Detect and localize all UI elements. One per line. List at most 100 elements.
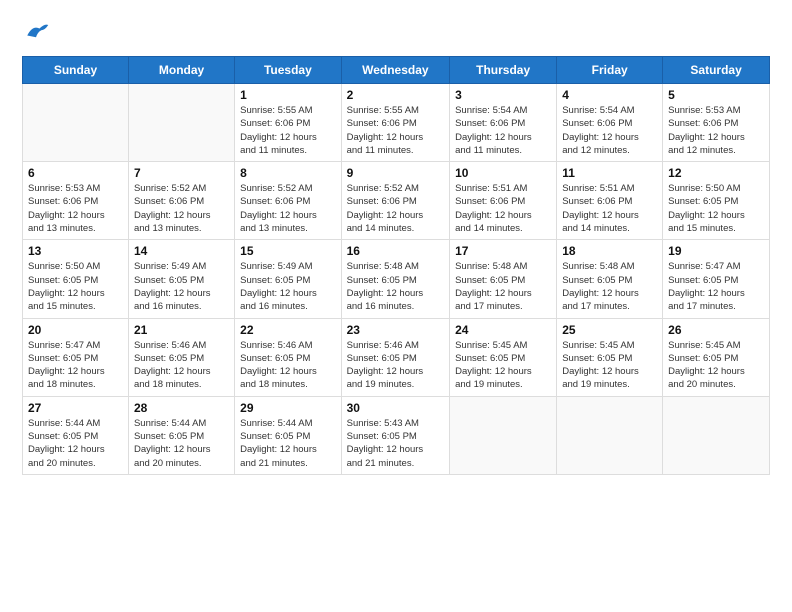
calendar-cell: 11 Sunrise: 5:51 AM Sunset: 6:06 PM Dayli… bbox=[557, 162, 663, 240]
day-info: Sunrise: 5:50 AM Sunset: 6:05 PM Dayligh… bbox=[28, 260, 123, 313]
day-number: 7 bbox=[134, 166, 229, 180]
day-info: Sunrise: 5:52 AM Sunset: 6:06 PM Dayligh… bbox=[347, 182, 444, 235]
day-number: 26 bbox=[668, 323, 764, 337]
calendar-cell: 22 Sunrise: 5:46 AM Sunset: 6:05 PM Dayli… bbox=[235, 318, 341, 396]
day-info: Sunrise: 5:46 AM Sunset: 6:05 PM Dayligh… bbox=[347, 339, 444, 392]
calendar-cell: 2 Sunrise: 5:55 AM Sunset: 6:06 PM Daylig… bbox=[341, 84, 449, 162]
day-info: Sunrise: 5:44 AM Sunset: 6:05 PM Dayligh… bbox=[240, 417, 335, 470]
day-number: 12 bbox=[668, 166, 764, 180]
day-info: Sunrise: 5:48 AM Sunset: 6:05 PM Dayligh… bbox=[562, 260, 657, 313]
calendar-cell: 10 Sunrise: 5:51 AM Sunset: 6:06 PM Dayli… bbox=[450, 162, 557, 240]
calendar-cell: 30Sunrise: 5:43 AM Sunset: 6:05 PM Dayli… bbox=[341, 396, 449, 474]
day-number: 9 bbox=[347, 166, 444, 180]
day-of-week-header: Wednesday bbox=[341, 57, 449, 84]
day-info: Sunrise: 5:50 AM Sunset: 6:05 PM Dayligh… bbox=[668, 182, 764, 235]
day-info: Sunrise: 5:54 AM Sunset: 6:06 PM Dayligh… bbox=[562, 104, 657, 157]
calendar-week-row: 6Sunrise: 5:53 AM Sunset: 6:06 PM Daylig… bbox=[23, 162, 770, 240]
calendar-cell bbox=[557, 396, 663, 474]
day-number: 17 bbox=[455, 244, 551, 258]
day-of-week-header: Tuesday bbox=[235, 57, 341, 84]
day-number: 30 bbox=[347, 401, 444, 415]
day-info: Sunrise: 5:55 AM Sunset: 6:06 PM Dayligh… bbox=[347, 104, 444, 157]
day-info: Sunrise: 5:46 AM Sunset: 6:05 PM Dayligh… bbox=[240, 339, 335, 392]
day-number: 5 bbox=[668, 88, 764, 102]
day-info: Sunrise: 5:51 AM Sunset: 6:06 PM Dayligh… bbox=[562, 182, 657, 235]
day-info: Sunrise: 5:51 AM Sunset: 6:06 PM Dayligh… bbox=[455, 182, 551, 235]
day-number: 8 bbox=[240, 166, 335, 180]
calendar-week-row: 1Sunrise: 5:55 AM Sunset: 6:06 PM Daylig… bbox=[23, 84, 770, 162]
calendar-cell: 17 Sunrise: 5:48 AM Sunset: 6:05 PM Dayli… bbox=[450, 240, 557, 318]
logo bbox=[22, 18, 54, 46]
calendar-cell: 5 Sunrise: 5:53 AM Sunset: 6:06 PM Daylig… bbox=[663, 84, 770, 162]
calendar-table: SundayMondayTuesdayWednesdayThursdayFrid… bbox=[22, 56, 770, 475]
day-of-week-header: Thursday bbox=[450, 57, 557, 84]
day-info: Sunrise: 5:47 AM Sunset: 6:05 PM Dayligh… bbox=[668, 260, 764, 313]
day-number: 24 bbox=[455, 323, 551, 337]
calendar-cell: 12 Sunrise: 5:50 AM Sunset: 6:05 PM Dayli… bbox=[663, 162, 770, 240]
calendar-week-row: 13 Sunrise: 5:50 AM Sunset: 6:05 PM Dayli… bbox=[23, 240, 770, 318]
day-number: 14 bbox=[134, 244, 229, 258]
day-number: 10 bbox=[455, 166, 551, 180]
day-of-week-header: Friday bbox=[557, 57, 663, 84]
day-info: Sunrise: 5:52 AM Sunset: 6:06 PM Dayligh… bbox=[240, 182, 335, 235]
day-info: Sunrise: 5:52 AM Sunset: 6:06 PM Dayligh… bbox=[134, 182, 229, 235]
calendar-cell: 26 Sunrise: 5:45 AM Sunset: 6:05 PM Dayli… bbox=[663, 318, 770, 396]
day-info: Sunrise: 5:45 AM Sunset: 6:05 PM Dayligh… bbox=[455, 339, 551, 392]
calendar-body: 1Sunrise: 5:55 AM Sunset: 6:06 PM Daylig… bbox=[23, 84, 770, 475]
calendar-cell: 4 Sunrise: 5:54 AM Sunset: 6:06 PM Daylig… bbox=[557, 84, 663, 162]
calendar-week-row: 27 Sunrise: 5:44 AM Sunset: 6:05 PM Dayli… bbox=[23, 396, 770, 474]
day-number: 15 bbox=[240, 244, 335, 258]
day-number: 19 bbox=[668, 244, 764, 258]
calendar-cell: 29 Sunrise: 5:44 AM Sunset: 6:05 PM Dayli… bbox=[235, 396, 341, 474]
day-info: Sunrise: 5:48 AM Sunset: 6:05 PM Dayligh… bbox=[455, 260, 551, 313]
calendar-cell: 1Sunrise: 5:55 AM Sunset: 6:06 PM Daylig… bbox=[235, 84, 341, 162]
calendar-cell: 21 Sunrise: 5:46 AM Sunset: 6:05 PM Dayli… bbox=[128, 318, 234, 396]
day-info: Sunrise: 5:48 AM Sunset: 6:05 PM Dayligh… bbox=[347, 260, 444, 313]
calendar-cell bbox=[23, 84, 129, 162]
page: SundayMondayTuesdayWednesdayThursdayFrid… bbox=[0, 0, 792, 612]
day-of-week-header: Sunday bbox=[23, 57, 129, 84]
day-number: 3 bbox=[455, 88, 551, 102]
calendar-week-row: 20Sunrise: 5:47 AM Sunset: 6:05 PM Dayli… bbox=[23, 318, 770, 396]
calendar-cell: 8 Sunrise: 5:52 AM Sunset: 6:06 PM Daylig… bbox=[235, 162, 341, 240]
day-number: 27 bbox=[28, 401, 123, 415]
day-info: Sunrise: 5:53 AM Sunset: 6:06 PM Dayligh… bbox=[668, 104, 764, 157]
calendar-cell: 7 Sunrise: 5:52 AM Sunset: 6:06 PM Daylig… bbox=[128, 162, 234, 240]
header bbox=[22, 18, 770, 46]
logo-icon bbox=[22, 18, 50, 46]
day-number: 2 bbox=[347, 88, 444, 102]
calendar-cell: 23 Sunrise: 5:46 AM Sunset: 6:05 PM Dayli… bbox=[341, 318, 449, 396]
day-info: Sunrise: 5:54 AM Sunset: 6:06 PM Dayligh… bbox=[455, 104, 551, 157]
day-number: 18 bbox=[562, 244, 657, 258]
calendar-cell: 18 Sunrise: 5:48 AM Sunset: 6:05 PM Dayli… bbox=[557, 240, 663, 318]
calendar-cell: 6Sunrise: 5:53 AM Sunset: 6:06 PM Daylig… bbox=[23, 162, 129, 240]
calendar-cell: 3 Sunrise: 5:54 AM Sunset: 6:06 PM Daylig… bbox=[450, 84, 557, 162]
day-number: 22 bbox=[240, 323, 335, 337]
day-number: 28 bbox=[134, 401, 229, 415]
day-of-week-header: Monday bbox=[128, 57, 234, 84]
calendar-cell: 24 Sunrise: 5:45 AM Sunset: 6:05 PM Dayli… bbox=[450, 318, 557, 396]
calendar-cell: 19 Sunrise: 5:47 AM Sunset: 6:05 PM Dayli… bbox=[663, 240, 770, 318]
day-number: 13 bbox=[28, 244, 123, 258]
calendar-cell: 28 Sunrise: 5:44 AM Sunset: 6:05 PM Dayli… bbox=[128, 396, 234, 474]
calendar-header-row: SundayMondayTuesdayWednesdayThursdayFrid… bbox=[23, 57, 770, 84]
day-of-week-header: Saturday bbox=[663, 57, 770, 84]
calendar-cell: 27 Sunrise: 5:44 AM Sunset: 6:05 PM Dayli… bbox=[23, 396, 129, 474]
calendar-cell: 14 Sunrise: 5:49 AM Sunset: 6:05 PM Dayli… bbox=[128, 240, 234, 318]
day-number: 23 bbox=[347, 323, 444, 337]
day-number: 21 bbox=[134, 323, 229, 337]
day-info: Sunrise: 5:44 AM Sunset: 6:05 PM Dayligh… bbox=[28, 417, 123, 470]
day-info: Sunrise: 5:49 AM Sunset: 6:05 PM Dayligh… bbox=[240, 260, 335, 313]
calendar-cell bbox=[128, 84, 234, 162]
calendar-cell: 13 Sunrise: 5:50 AM Sunset: 6:05 PM Dayli… bbox=[23, 240, 129, 318]
day-info: Sunrise: 5:44 AM Sunset: 6:05 PM Dayligh… bbox=[134, 417, 229, 470]
day-info: Sunrise: 5:45 AM Sunset: 6:05 PM Dayligh… bbox=[562, 339, 657, 392]
day-info: Sunrise: 5:49 AM Sunset: 6:05 PM Dayligh… bbox=[134, 260, 229, 313]
day-number: 4 bbox=[562, 88, 657, 102]
day-info: Sunrise: 5:46 AM Sunset: 6:05 PM Dayligh… bbox=[134, 339, 229, 392]
day-number: 29 bbox=[240, 401, 335, 415]
day-number: 25 bbox=[562, 323, 657, 337]
day-info: Sunrise: 5:45 AM Sunset: 6:05 PM Dayligh… bbox=[668, 339, 764, 392]
day-number: 11 bbox=[562, 166, 657, 180]
calendar-cell: 20Sunrise: 5:47 AM Sunset: 6:05 PM Dayli… bbox=[23, 318, 129, 396]
